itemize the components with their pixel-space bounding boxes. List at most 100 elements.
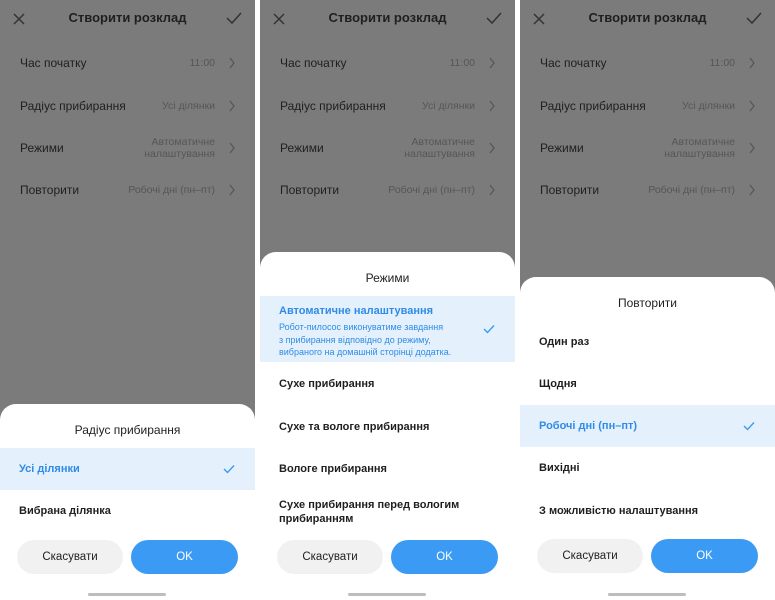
option-daily[interactable]: Щодня xyxy=(520,363,775,405)
option-description: Робот-пилосос виконуватиме завдання з при… xyxy=(279,321,451,359)
option-dry-cleaning[interactable]: Сухе прибирання xyxy=(260,362,515,406)
header: Створити розклад xyxy=(260,0,515,36)
option-label: Щодня xyxy=(539,378,577,390)
row-value: Усі ділянки xyxy=(162,100,215,112)
header: Створити розклад xyxy=(0,0,255,36)
desc-line: з прибирання відповідно до режиму, xyxy=(279,334,431,345)
bottom-sheet-modes: Режими Автоматичне налаштування Робот-пи… xyxy=(260,252,515,600)
row-start-time[interactable]: Час початку 11:00 xyxy=(520,43,775,83)
row-value: Робочі дні (пн–пт) xyxy=(648,184,735,196)
row-value-line: налаштування xyxy=(404,148,475,160)
row-repeat[interactable]: Повторити Робочі дні (пн–пт) xyxy=(0,170,255,210)
row-value: 11:00 xyxy=(449,57,476,69)
ok-button[interactable]: OK xyxy=(391,540,498,574)
row-label: Радіус прибирання xyxy=(20,99,126,113)
row-value: Автоматичне налаштування xyxy=(144,136,215,160)
bottom-sheet-repeat: Повторити Один раз Щодня Робочі дні (пн–… xyxy=(520,277,775,600)
screen-panel-repeat: Створити розклад Час початку 11:00 Радіу… xyxy=(520,0,775,600)
row-label: Повторити xyxy=(20,183,80,197)
row-label: Режими xyxy=(280,141,324,155)
option-custom[interactable]: З можливістю налаштування xyxy=(520,489,775,533)
chevron-right-icon xyxy=(229,142,235,154)
page-title: Створити розклад xyxy=(588,10,707,25)
option-dry-wet-cleaning[interactable]: Сухе та вологе прибирання xyxy=(260,406,515,448)
ok-button[interactable]: OK xyxy=(131,540,238,574)
header: Створити розклад xyxy=(520,0,775,36)
cancel-button[interactable]: Скасувати xyxy=(277,540,383,574)
option-title: Автоматичне налаштування xyxy=(279,305,434,317)
option-weekdays[interactable]: Робочі дні (пн–пт) xyxy=(520,405,775,447)
home-indicator xyxy=(88,593,166,596)
row-modes[interactable]: Режими Автоматичне налаштування xyxy=(0,128,255,168)
checkmark-icon xyxy=(223,465,235,474)
home-indicator xyxy=(608,593,686,596)
row-label: Час початку xyxy=(280,56,347,70)
chevron-right-icon xyxy=(229,57,235,69)
row-value: Робочі дні (пн–пт) xyxy=(388,184,475,196)
row-label: Режими xyxy=(540,141,584,155)
desc-line: Робот-пилосос виконуватиме завдання xyxy=(279,322,444,332)
screen-panel-radius: Створити розклад Час початку 11:00 Радіу… xyxy=(0,0,255,600)
option-label: Вихідні xyxy=(539,462,580,474)
row-label: Повторити xyxy=(280,183,340,197)
page-title: Створити розклад xyxy=(68,10,187,25)
chevron-right-icon xyxy=(749,142,755,154)
row-value-line: Автоматичне xyxy=(411,136,476,148)
row-label: Час початку xyxy=(540,56,607,70)
row-label: Радіус прибирання xyxy=(540,99,646,113)
chevron-right-icon xyxy=(229,184,235,196)
row-repeat[interactable]: Повторити Робочі дні (пн–пт) xyxy=(520,170,775,210)
row-value: Автоматичне налаштування xyxy=(404,136,475,160)
row-label: Режими xyxy=(20,141,64,155)
checkmark-icon xyxy=(483,325,495,334)
row-start-time[interactable]: Час початку 11:00 xyxy=(0,43,255,83)
chevron-right-icon xyxy=(489,142,495,154)
chevron-right-icon xyxy=(489,57,495,69)
screen-panel-modes: Створити розклад Час початку 11:00 Радіу… xyxy=(260,0,515,600)
row-start-time[interactable]: Час початку 11:00 xyxy=(260,43,515,83)
option-label: Усі ділянки xyxy=(19,463,80,475)
option-auto-settings[interactable]: Автоматичне налаштування Робот-пилосос в… xyxy=(260,296,515,362)
row-modes[interactable]: Режими Автоматичне налаштування xyxy=(520,128,775,168)
option-selected-area[interactable]: Вибрана ділянка xyxy=(0,490,255,532)
row-value: Робочі дні (пн–пт) xyxy=(128,184,215,196)
row-value: Автоматичне налаштування xyxy=(664,136,735,160)
option-all-areas[interactable]: Усі ділянки xyxy=(0,448,255,490)
row-cleaning-radius[interactable]: Радіус прибирання Усі ділянки xyxy=(520,86,775,126)
row-cleaning-radius[interactable]: Радіус прибирання Усі ділянки xyxy=(260,86,515,126)
row-cleaning-radius[interactable]: Радіус прибирання Усі ділянки xyxy=(0,86,255,126)
chevron-right-icon xyxy=(229,100,235,112)
option-label: Автоматичне налаштування Робот-пилосос в… xyxy=(279,304,451,359)
chevron-right-icon xyxy=(489,184,495,196)
panel-divider xyxy=(515,0,520,600)
ok-button[interactable]: OK xyxy=(651,539,758,573)
row-value-line: Автоматичне xyxy=(151,136,216,148)
row-value-line: налаштування xyxy=(664,148,735,160)
row-value: Усі ділянки xyxy=(682,100,735,112)
row-modes[interactable]: Режими Автоматичне налаштування xyxy=(260,128,515,168)
confirm-check-icon[interactable] xyxy=(225,10,243,26)
bottom-sheet-radius: Радіус прибирання Усі ділянки Вибрана ді… xyxy=(0,404,255,600)
home-indicator xyxy=(348,593,426,596)
cancel-button[interactable]: Скасувати xyxy=(17,540,123,574)
chevron-right-icon xyxy=(489,100,495,112)
confirm-check-icon[interactable] xyxy=(745,10,763,26)
option-label: Сухе та вологе прибирання xyxy=(279,421,430,433)
row-value-line: налаштування xyxy=(144,148,215,160)
confirm-check-icon[interactable] xyxy=(485,10,503,26)
row-repeat[interactable]: Повторити Робочі дні (пн–пт) xyxy=(260,170,515,210)
option-label: Вибрана ділянка xyxy=(19,505,111,517)
row-value: Усі ділянки xyxy=(422,100,475,112)
cancel-button[interactable]: Скасувати xyxy=(537,539,643,573)
option-wet-cleaning[interactable]: Вологе прибирання xyxy=(260,448,515,490)
option-once[interactable]: Один раз xyxy=(520,321,775,363)
option-label: Робочі дні (пн–пт) xyxy=(539,420,638,432)
sheet-title: Радіус прибирання xyxy=(74,423,181,437)
chevron-right-icon xyxy=(749,184,755,196)
option-weekends[interactable]: Вихідні xyxy=(520,447,775,489)
option-dry-before-wet[interactable]: Сухе прибирання перед вологим прибиранням xyxy=(260,490,515,534)
option-label: Сухе прибирання перед вологим прибиранням xyxy=(279,498,459,526)
row-label: Радіус прибирання xyxy=(280,99,386,113)
option-label: Сухе прибирання xyxy=(279,378,375,390)
option-label: Вологе прибирання xyxy=(279,463,387,475)
